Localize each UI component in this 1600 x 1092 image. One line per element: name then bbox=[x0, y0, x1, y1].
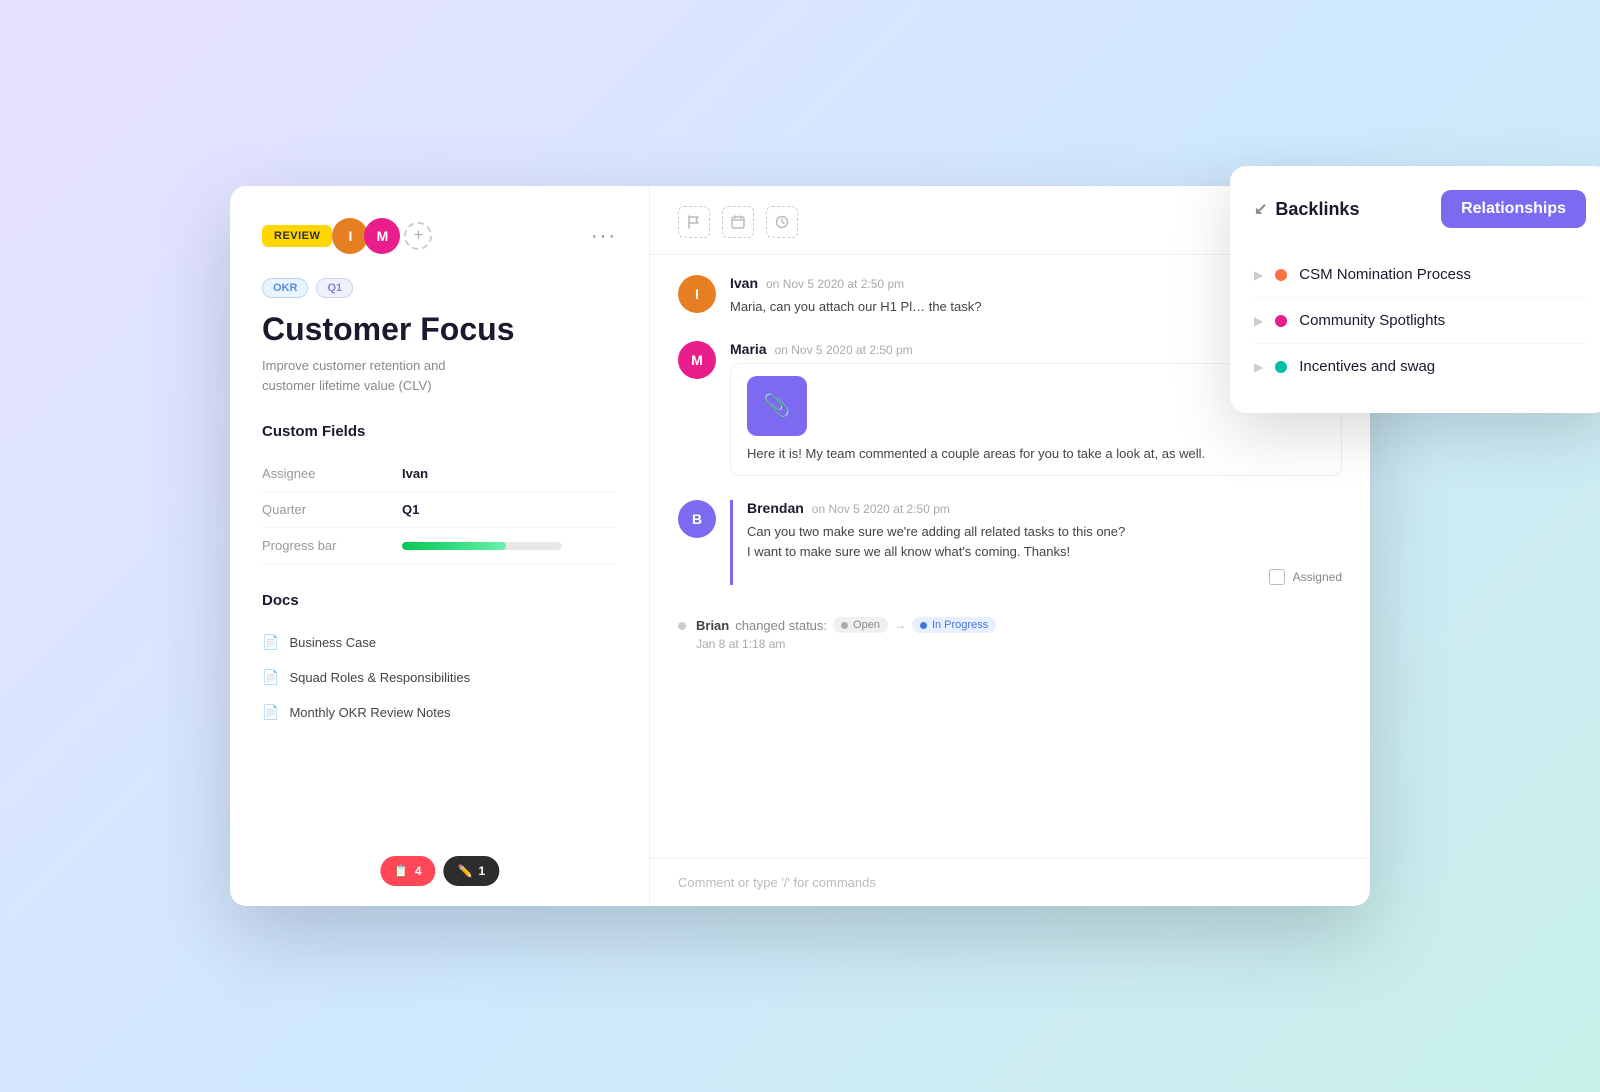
doc-icon: 📄 bbox=[262, 704, 279, 721]
bottom-badges: 📋 4 ✏️ 1 bbox=[380, 856, 499, 886]
message-brendan: B Brendan on Nov 5 2020 at 2:50 pm Can y… bbox=[678, 500, 1342, 585]
avatar-maria: M bbox=[364, 218, 400, 254]
field-label-progress: Progress bar bbox=[262, 538, 402, 553]
avatar-brendan-msg: B bbox=[678, 500, 716, 538]
assigned-row: Assigned bbox=[747, 569, 1342, 585]
avatar-add-button[interactable]: + bbox=[404, 222, 432, 250]
doc-item-business-case[interactable]: 📄 Business Case bbox=[262, 625, 617, 660]
status-dot-inprogress bbox=[920, 622, 927, 629]
field-assignee: Assignee Ivan bbox=[262, 456, 617, 492]
doc-item-squad-roles[interactable]: 📄 Squad Roles & Responsibilities bbox=[262, 660, 617, 695]
main-window: REVIEW I M + ··· OKR Q1 Customer Focus I… bbox=[230, 186, 1370, 906]
field-label-assignee: Assignee bbox=[262, 466, 402, 481]
msg-name-maria: Maria bbox=[730, 341, 767, 357]
msg-name-brendan: Brendan bbox=[747, 500, 804, 516]
backlink-label-community: Community Spotlights bbox=[1299, 312, 1445, 329]
backlink-item-community[interactable]: ▶ Community Spotlights bbox=[1254, 298, 1586, 344]
custom-fields-title: Custom Fields bbox=[262, 423, 617, 440]
tags-row: OKR Q1 bbox=[262, 278, 617, 298]
doc-icon: 📄 bbox=[262, 634, 279, 651]
msg-name-ivan: Ivan bbox=[730, 275, 758, 291]
docs-title: Docs bbox=[262, 592, 617, 609]
backlinks-title-text: Backlinks bbox=[1275, 199, 1359, 220]
field-quarter: Quarter Q1 bbox=[262, 492, 617, 528]
msg-time-maria: on Nov 5 2020 at 2:50 pm bbox=[775, 343, 913, 357]
chevron-right-icon: ▶ bbox=[1254, 314, 1263, 328]
status-change: Brian changed status: Open → In Progress… bbox=[678, 609, 1342, 671]
avatar-maria-msg: M bbox=[678, 341, 716, 379]
docs-section: Docs 📄 Business Case 📄 Squad Roles & Res… bbox=[262, 592, 617, 730]
status-badge-open: Open bbox=[833, 617, 888, 633]
back-arrow-icon[interactable]: ↙ bbox=[1254, 199, 1267, 219]
flag-icon-button[interactable] bbox=[678, 206, 710, 238]
status-change-dot bbox=[678, 622, 686, 630]
tag-okr[interactable]: OKR bbox=[262, 278, 308, 298]
status-change-user: Brian bbox=[696, 618, 729, 633]
custom-fields-section: Custom Fields Assignee Ivan Quarter Q1 P… bbox=[262, 423, 617, 564]
badge-notification-icon: 📋 bbox=[394, 864, 409, 878]
doc-icon: 📄 bbox=[262, 669, 279, 686]
backlink-label-incentives: Incentives and swag bbox=[1299, 358, 1435, 375]
field-value-assignee: Ivan bbox=[402, 466, 428, 481]
attachment-icon[interactable]: 📎 bbox=[747, 376, 807, 436]
header-row: REVIEW I M + ··· bbox=[262, 218, 617, 254]
msg-text-maria: Here it is! My team commented a couple a… bbox=[747, 444, 1325, 464]
field-label-quarter: Quarter bbox=[262, 502, 402, 517]
comment-placeholder: Comment or type '/' for commands bbox=[678, 875, 876, 890]
status-dot-open bbox=[841, 622, 848, 629]
msg-header-brendan: Brendan on Nov 5 2020 at 2:50 pm bbox=[747, 500, 1342, 516]
review-badge[interactable]: REVIEW bbox=[262, 225, 332, 247]
backlinks-list: ▶ CSM Nomination Process ▶ Community Spo… bbox=[1254, 252, 1586, 389]
clock-icon-button[interactable] bbox=[766, 206, 798, 238]
backlinks-popup: ↙ Backlinks Relationships ▶ CSM Nominati… bbox=[1230, 166, 1600, 413]
msg-content-brendan: Brendan on Nov 5 2020 at 2:50 pm Can you… bbox=[730, 500, 1342, 585]
tag-q1[interactable]: Q1 bbox=[316, 278, 353, 298]
relationships-button[interactable]: Relationships bbox=[1441, 190, 1586, 228]
more-options-button[interactable]: ··· bbox=[591, 225, 617, 248]
status-change-action: changed status: bbox=[735, 618, 827, 633]
progress-bar-fill bbox=[402, 542, 506, 550]
backlinks-title: ↙ Backlinks bbox=[1254, 199, 1359, 220]
right-panel: I Ivan on Nov 5 2020 at 2:50 pm Maria, c… bbox=[650, 186, 1370, 906]
doc-label: Monthly OKR Review Notes bbox=[289, 705, 450, 720]
badge-notification-count: 4 bbox=[415, 864, 422, 878]
chevron-right-icon: ▶ bbox=[1254, 360, 1263, 374]
backlinks-header: ↙ Backlinks Relationships bbox=[1254, 190, 1586, 228]
doc-title: Customer Focus bbox=[262, 310, 617, 348]
backlink-dot-incentives bbox=[1275, 361, 1287, 373]
arrow-icon: → bbox=[894, 618, 906, 632]
msg-text-brendan: Can you two make sure we're adding all r… bbox=[747, 522, 1342, 561]
backlink-dot-community bbox=[1275, 315, 1287, 327]
status-change-content: Brian changed status: Open → In Progress… bbox=[696, 617, 996, 651]
calendar-icon-button[interactable] bbox=[722, 206, 754, 238]
field-progress: Progress bar bbox=[262, 528, 617, 564]
badge-edit-icon: ✏️ bbox=[458, 864, 473, 878]
backlink-item-incentives[interactable]: ▶ Incentives and swag bbox=[1254, 344, 1586, 389]
assigned-checkbox[interactable] bbox=[1269, 569, 1285, 585]
status-badge-inprogress: In Progress bbox=[912, 617, 996, 633]
field-value-quarter: Q1 bbox=[402, 502, 419, 517]
doc-label: Squad Roles & Responsibilities bbox=[289, 670, 470, 685]
backlink-dot-csm bbox=[1275, 269, 1287, 281]
badge-edit-count: 1 bbox=[478, 864, 485, 878]
msg-time-brendan: on Nov 5 2020 at 2:50 pm bbox=[812, 502, 950, 516]
status-change-row: Brian changed status: Open → In Progress bbox=[696, 617, 996, 633]
avatar-group: I M + bbox=[332, 218, 432, 254]
doc-subtitle: Improve customer retention andcustomer l… bbox=[262, 356, 617, 395]
backlink-label-csm: CSM Nomination Process bbox=[1299, 266, 1471, 283]
avatar-ivan-msg: I bbox=[678, 275, 716, 313]
doc-item-monthly-okr[interactable]: 📄 Monthly OKR Review Notes bbox=[262, 695, 617, 730]
left-panel: REVIEW I M + ··· OKR Q1 Customer Focus I… bbox=[230, 186, 650, 906]
avatar-ivan: I bbox=[332, 218, 368, 254]
status-change-date: Jan 8 at 1:18 am bbox=[696, 637, 996, 651]
comment-bar[interactable]: Comment or type '/' for commands bbox=[650, 858, 1370, 906]
doc-label: Business Case bbox=[289, 635, 376, 650]
progress-bar bbox=[402, 542, 562, 550]
assigned-label: Assigned bbox=[1293, 570, 1342, 584]
chevron-right-icon: ▶ bbox=[1254, 268, 1263, 282]
badge-edits[interactable]: ✏️ 1 bbox=[444, 856, 500, 886]
badge-notifications[interactable]: 📋 4 bbox=[380, 856, 436, 886]
msg-time-ivan: on Nov 5 2020 at 2:50 pm bbox=[766, 277, 904, 291]
backlink-item-csm[interactable]: ▶ CSM Nomination Process bbox=[1254, 252, 1586, 298]
